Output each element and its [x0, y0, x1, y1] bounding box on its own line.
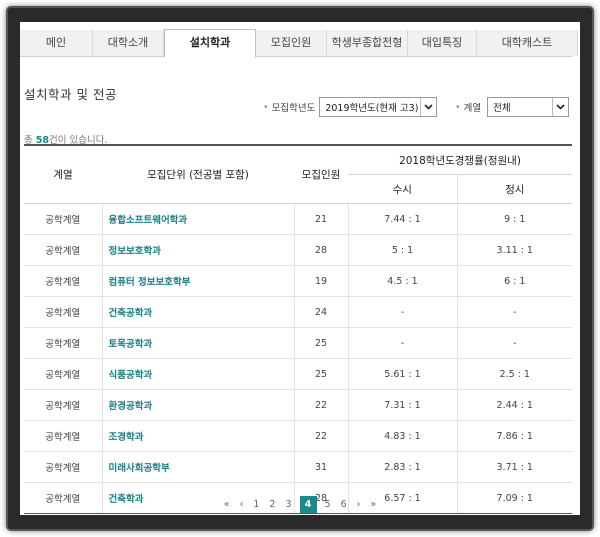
cell-regular: 9 : 1 [456, 203, 572, 235]
field-select-value: 전체 [493, 103, 511, 114]
cell-unit-link[interactable]: 식품공학과 [101, 358, 294, 390]
page-number[interactable]: 6 [341, 499, 347, 510]
table-row: 공학계열 토목공학과 25- - [24, 327, 572, 359]
cell-regular: 7.86 : 1 [456, 420, 572, 452]
year-filter-label: 모집학년도 [271, 103, 316, 114]
cell-field: 공학계열 [24, 265, 102, 297]
nav-tab[interactable]: 설치학과 [164, 29, 256, 58]
table-row: 공학계열 환경공학과 22 7.31 : 1 2.44 : 1 [24, 389, 572, 421]
prev-page-button[interactable]: ‹ [240, 499, 244, 510]
field-filter-label: 계열 [463, 103, 482, 114]
cell-field: 공학계열 [24, 358, 102, 390]
cell-field: 공학계열 [24, 327, 102, 359]
cell-field: 공학계열 [24, 389, 102, 421]
header-quota: 모집인원 [294, 144, 348, 204]
nav-tab[interactable]: 모집인원 [256, 30, 327, 56]
cell-unit-link[interactable]: 조경학과 [101, 420, 294, 452]
cell-unit-link[interactable]: 융합소프트웨어학과 [101, 203, 294, 235]
next-page-button[interactable]: › [357, 499, 361, 510]
pagination: « ‹ 1 2 3 4 5 6 › » [20, 496, 580, 513]
cell-unit-link[interactable]: 환경공학과 [101, 389, 294, 421]
cell-unit-link[interactable]: 건축공학과 [101, 296, 294, 328]
table-row: 공학계열 미래사회공학부 31 2.83 : 1 3.71 : 1 [24, 451, 572, 483]
header-regular: 정시 [456, 174, 572, 204]
bullet-icon: • [263, 101, 269, 113]
cell-early: 7.44 : 1 [347, 203, 457, 235]
table-row: 공학계열 건축공학과 24- - [24, 296, 572, 328]
field-select[interactable]: 전체 [487, 97, 570, 117]
table-row: 공학계열 식품공학과 25 5.61 : 1 2.5 : 1 [24, 358, 572, 390]
nav-tab[interactable]: 대학캐스트 [477, 30, 578, 56]
cell-early: 2.83 : 1 [347, 451, 457, 483]
nav-tab[interactable]: 대학소개 [93, 30, 164, 56]
page-number[interactable]: 2 [269, 499, 275, 510]
cell-quota: 25 [293, 358, 348, 390]
first-page-button[interactable]: « [224, 499, 230, 510]
cell-regular: 6 : 1 [456, 265, 572, 297]
cell-early: - [347, 327, 457, 359]
cell-early: 7.31 : 1 [347, 389, 457, 421]
cell-regular: - [456, 296, 572, 328]
year-filter: • 모집학년도 2019학년도(현재 고3) [263, 96, 438, 118]
cell-early: 4.83 : 1 [347, 420, 457, 452]
page-number[interactable]: 5 [325, 499, 331, 510]
cell-regular: - [456, 327, 572, 359]
cell-unit-link[interactable]: 미래사회공학부 [101, 451, 294, 483]
year-select-value: 2019학년도(현재 고3) [325, 103, 419, 114]
table-row: 공학계열 컴퓨터 정보보호학부 19 4.5 : 16 : 1 [24, 265, 572, 297]
chevron-down-icon [420, 98, 436, 116]
header-unit: 모집단위 (전공별 포함) [102, 144, 294, 204]
cell-early: 5.61 : 1 [347, 358, 457, 390]
cell-quota: 21 [293, 203, 348, 235]
cell-regular: 3.11 : 1 [456, 234, 572, 266]
cell-field: 공학계열 [24, 420, 102, 452]
cell-unit-link[interactable]: 컴퓨터 정보보호학부 [101, 265, 294, 297]
cell-unit-link[interactable]: 정보보호학과 [101, 234, 294, 266]
bullet-icon: • [455, 101, 461, 113]
header-early: 수시 [348, 174, 457, 204]
cell-quota: 19 [293, 265, 348, 297]
cell-field: 공학계열 [24, 451, 102, 483]
cell-regular: 3.71 : 1 [456, 451, 572, 483]
nav-tab[interactable]: 대입특징 [408, 30, 477, 56]
cell-quota: 31 [293, 451, 348, 483]
department-table: 계열 모집단위 (전공별 포함) 모집인원 2018학년도경쟁률(정원내) 수시… [24, 144, 572, 514]
cell-early: - [347, 296, 457, 328]
header-competition: 2018학년도경쟁률(정원내) [348, 144, 572, 175]
main-nav: 메인 대학소개 설치학과 모집인원 학생부종합전형 대입특징 대학캐스트 [20, 29, 578, 58]
page: 메인 대학소개 설치학과 모집인원 학생부종합전형 대입특징 대학캐스트 설치학과 및 전공… [20, 22, 580, 515]
cell-field: 공학계열 [24, 203, 102, 235]
cell-quota: 24 [293, 296, 348, 328]
nav-tab[interactable]: 메인 [20, 30, 93, 56]
cell-quota: 22 [293, 389, 348, 421]
cell-quota: 25 [293, 327, 348, 359]
cell-early: 5 : 1 [347, 234, 457, 266]
cell-unit-link[interactable]: 토목공학과 [101, 327, 294, 359]
header-field: 계열 [24, 144, 102, 204]
page-number[interactable]: 4 [299, 496, 317, 513]
cell-quota: 28 [293, 234, 348, 266]
field-filter: • 계열 전체 [455, 96, 570, 118]
cell-field: 공학계열 [24, 234, 102, 266]
table-row: 공학계열 정보보호학과 28 5 : 1 3.11 : 1 [24, 234, 572, 266]
last-page-button[interactable]: » [370, 499, 376, 510]
cell-quota: 22 [293, 420, 348, 452]
year-select[interactable]: 2019학년도(현재 고3) [319, 97, 438, 117]
page-title: 설치학과 및 전공 [24, 87, 117, 102]
cell-early: 4.5 : 1 [347, 265, 457, 297]
cell-regular: 2.44 : 1 [456, 389, 572, 421]
table-row: 공학계열 조경학과 22 4.83 : 1 7.86 : 1 [24, 420, 572, 452]
chevron-down-icon [552, 98, 568, 116]
page-number[interactable]: 1 [253, 499, 259, 510]
cell-field: 공학계열 [24, 296, 102, 328]
table-row: 공학계열 융합소프트웨어학과 21 7.44 : 19 : 1 [24, 203, 572, 235]
nav-tab[interactable]: 학생부종합전형 [327, 30, 408, 56]
page-number[interactable]: 3 [285, 499, 291, 510]
cell-regular: 2.5 : 1 [456, 358, 572, 390]
